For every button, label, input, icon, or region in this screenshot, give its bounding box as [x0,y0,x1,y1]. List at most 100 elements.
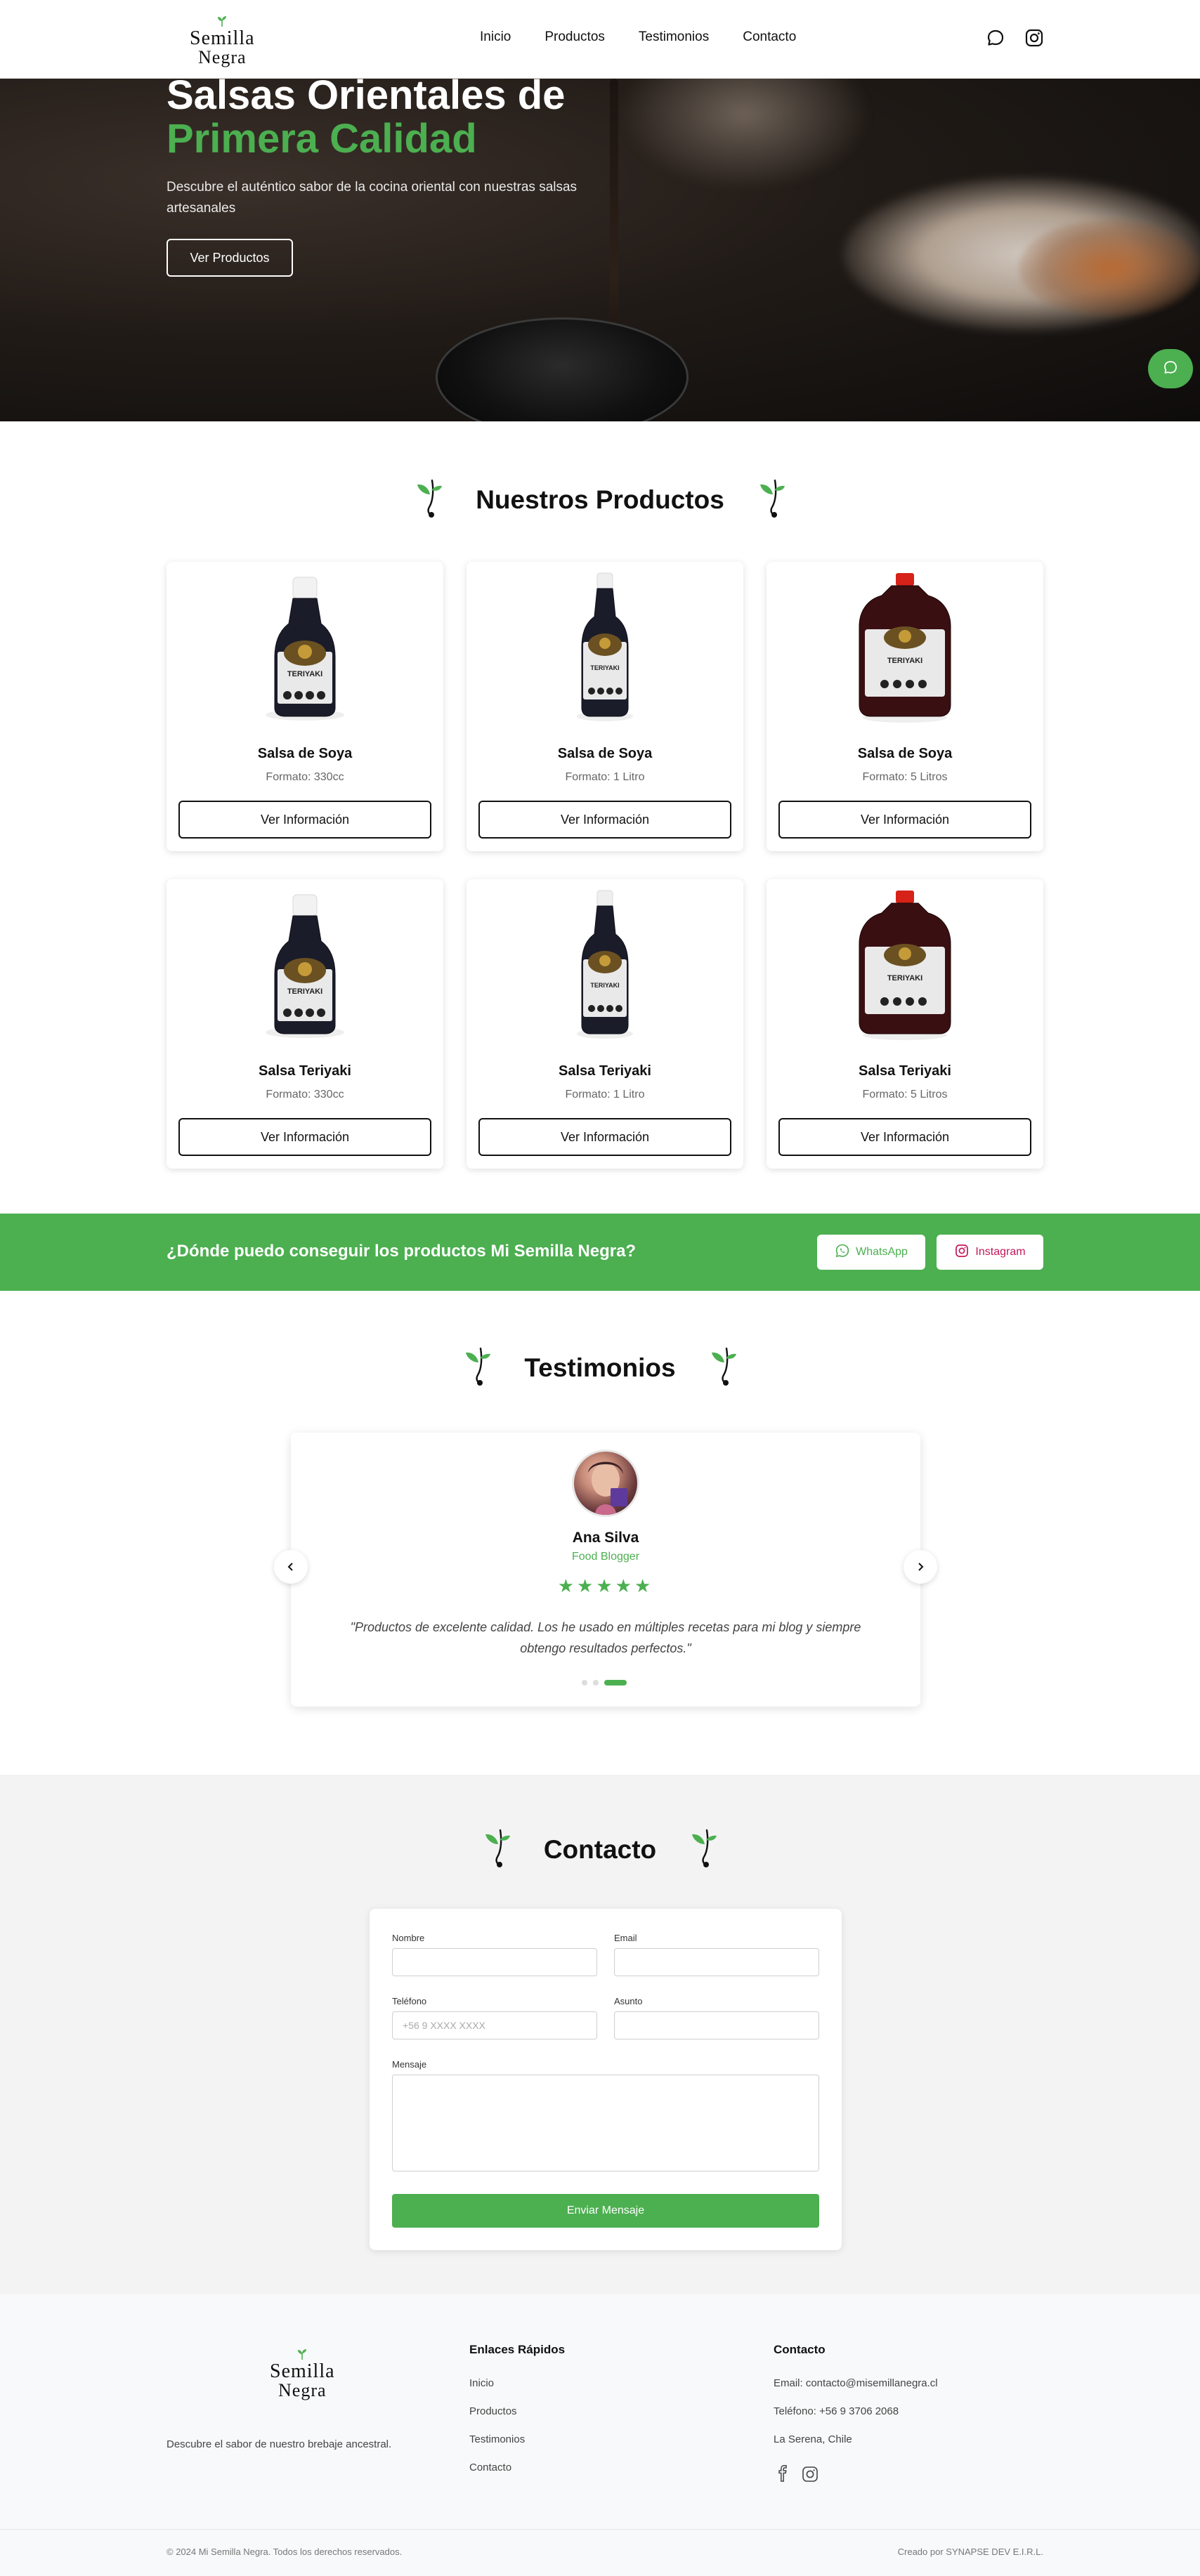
footer-link-productos[interactable]: Productos [469,2405,517,2417]
subject-field[interactable] [614,2011,819,2039]
product-card: TERIYAKI Salsa Teriyaki Formato: 5 Litros V… [767,879,1043,1169]
hero-bg-food [1019,219,1200,317]
floating-chat-button[interactable] [1148,349,1193,388]
facebook-icon[interactable] [775,2465,790,2485]
carousel-dot[interactable] [582,1680,587,1685]
product-name: Salsa Teriyaki [259,1063,351,1079]
view-info-button[interactable]: Ver Información [778,1118,1031,1156]
nav-link-testimonios[interactable]: Testimonios [639,29,709,45]
whatsapp-icon [835,1243,850,1262]
phone-label: Teléfono [392,1996,427,2006]
product-format: Formato: 330cc [266,771,344,783]
carousel-prev-button[interactable] [274,1550,308,1584]
sprout-right-icon [755,476,788,523]
footer [0,2294,1200,2576]
credit[interactable]: Creado por SYNAPSE DEV E.I.R.L. [898,2547,1043,2557]
instagram-label: Instagram [975,1246,1026,1258]
where-to-buy-question: ¿Dónde puedo conseguir los productos Mi … [167,1242,637,1261]
svg-text:TERIYAKI: TERIYAKI [590,664,619,671]
view-info-button[interactable]: Ver Información [178,1118,431,1156]
svg-text:TERIYAKI: TERIYAKI [287,670,322,678]
view-info-button[interactable]: Ver Información [178,801,431,839]
hero-title: Salsas Orientales de Primera Calidad [167,74,565,161]
nav-link-inicio[interactable]: Inicio [480,29,511,45]
product-format: Formato: 5 Litros [862,1089,948,1100]
carousel-dots [582,1680,627,1685]
instagram-icon[interactable] [1024,28,1044,48]
hero-view-products-button[interactable]: Ver Productos [167,239,293,277]
phone-field[interactable] [392,2011,597,2039]
chat-icon[interactable] [986,28,1005,48]
product-card: TERIYAKI Salsa Teriyaki Formato: 1 Litro Ve… [467,879,743,1169]
products-heading: Nuestros Productos [476,485,724,514]
product-name: Salsa de Soya [257,746,353,761]
hero-bg-highlight [618,79,871,191]
whatsapp-button[interactable]: WhatsApp [817,1235,925,1270]
name-label: Nombre [392,1933,425,1943]
product-card: TERIYAKI Salsa Teriyaki Formato: 330cc Ver … [167,879,443,1169]
testimonial-name: Ana Silva [572,1530,639,1546]
view-info-button[interactable]: Ver Información [778,801,1031,839]
instagram-button[interactable]: Instagram [937,1235,1043,1270]
sprout-left-icon [412,476,445,523]
email-field[interactable] [614,1948,819,1976]
product-format: Formato: 5 Litros [862,771,948,783]
where-to-buy-band: ¿Dónde puedo conseguir los productos Mi … [0,1214,1200,1291]
hero-title-line2: Primera Calidad [167,116,477,162]
testimonial-card: Ana Silva Food Blogger ★★★★★ "Productos … [291,1433,920,1707]
product-image: TERIYAKI [767,885,1043,1046]
sprout-right-icon [687,1826,719,1873]
instagram-icon[interactable] [802,2466,819,2486]
footer-email[interactable]: Email: contacto@misemillanegra.cl [774,2377,938,2389]
product-image: TERIYAKI [767,567,1043,729]
view-info-button[interactable]: Ver Información [478,801,731,839]
message-label: Mensaje [392,2059,427,2070]
carousel-next-button[interactable] [904,1550,937,1584]
product-card: TERIYAKI Salsa de Soya Formato: 1 Litro Ver… [467,562,743,851]
product-name: Salsa Teriyaki [559,1063,651,1079]
name-field[interactable] [392,1948,597,1976]
contact-heading: Contacto [543,1834,657,1864]
navbar: Semilla Negra Inicio Productos Testimoni… [0,0,1200,79]
whatsapp-label: WhatsApp [856,1246,908,1258]
footer-phone[interactable]: Teléfono: +56 9 3706 2068 [774,2405,899,2417]
testimonials-heading-row: Testimonios [0,1344,1200,1391]
sprout-left-icon [481,1826,513,1873]
sprout-left-icon [461,1344,493,1391]
nav-links: Inicio Productos Testimonios Contacto [480,29,830,45]
footer-link-inicio[interactable]: Inicio [469,2377,494,2389]
product-name: Salsa Teriyaki [859,1063,951,1079]
carousel-dot-active[interactable] [604,1680,627,1685]
product-format: Formato: 1 Litro [565,1089,645,1100]
nav-link-productos[interactable]: Productos [544,29,605,45]
footer-link-testimonios[interactable]: Testimonios [469,2433,525,2445]
logo[interactable]: Semilla Negra [190,15,255,67]
logo-line2: Negra [278,2380,327,2400]
logo-line1: Semilla [190,27,255,49]
hero-bg-bowl [436,317,689,421]
product-name: Salsa de Soya [557,746,653,761]
subject-label: Asunto [614,1996,643,2006]
product-image: TERIYAKI [167,885,443,1046]
send-message-button[interactable]: Enviar Mensaje [392,2194,819,2228]
chevron-right-icon [915,1558,925,1576]
hero-title-line1: Salsas Orientales de [167,72,566,118]
nav-link-contacto[interactable]: Contacto [743,29,796,45]
carousel-dot[interactable] [593,1680,599,1685]
footer-links-title: Enlaces Rápidos [469,2343,566,2356]
logo-line1: Semilla [270,2360,335,2382]
product-card: TERIYAKI Salsa de Soya Formato: 5 Litros Ve… [767,562,1043,851]
hero-subtitle: Descubre el auténtico sabor de la cocina… [167,180,578,216]
view-info-button[interactable]: Ver Información [478,1118,731,1156]
product-format: Formato: 330cc [266,1089,344,1100]
product-image: TERIYAKI [467,885,743,1046]
message-field[interactable] [392,2075,819,2171]
product-image: TERIYAKI [467,567,743,729]
footer-divider [0,2529,1200,2530]
products-heading-row: Nuestros Productos [0,476,1200,523]
sprout-right-icon [707,1344,739,1391]
contact-form: Nombre Email Teléfono Asunto Mensaje Env… [370,1909,842,2250]
footer-link-contacto[interactable]: Contacto [469,2462,511,2473]
footer-logo[interactable]: Semilla Negra [270,2348,335,2400]
footer-tagline: Descubre el sabor de nuestro brebaje anc… [167,2438,392,2450]
